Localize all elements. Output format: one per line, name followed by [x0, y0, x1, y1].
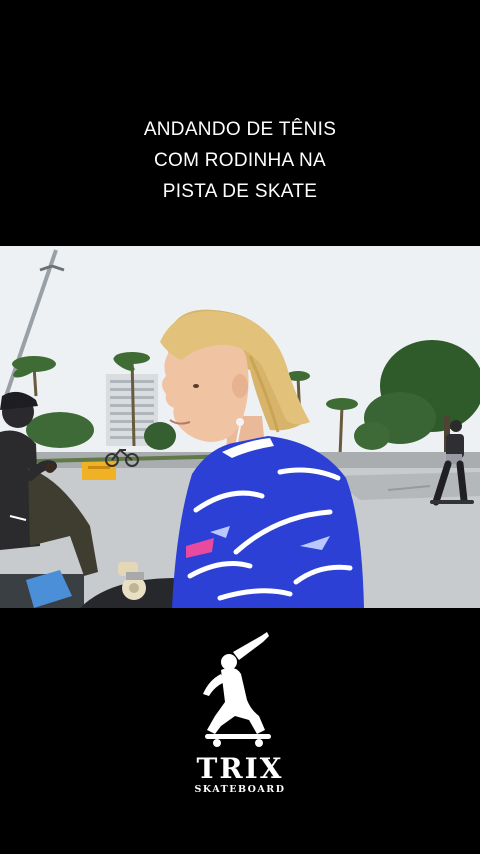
skate-park-scene	[0, 246, 480, 608]
brand-name: TRIX	[196, 752, 284, 785]
brand-tagline: SKATEBOARD	[194, 784, 286, 795]
video-frame[interactable]	[0, 246, 480, 608]
skateboarder-logo-icon	[203, 632, 271, 747]
caption-line: PISTA DE SKATE	[162, 181, 318, 202]
caption-line: ANDANDO DE TÊNIS	[143, 119, 337, 140]
video-caption: ANDANDO DE TÊNIS COM RODINHA NA PISTA DE…	[0, 114, 480, 207]
brand-logo: TRIX SKATEBOARD	[0, 630, 480, 796]
caption-line: COM RODINHA NA	[153, 150, 327, 171]
